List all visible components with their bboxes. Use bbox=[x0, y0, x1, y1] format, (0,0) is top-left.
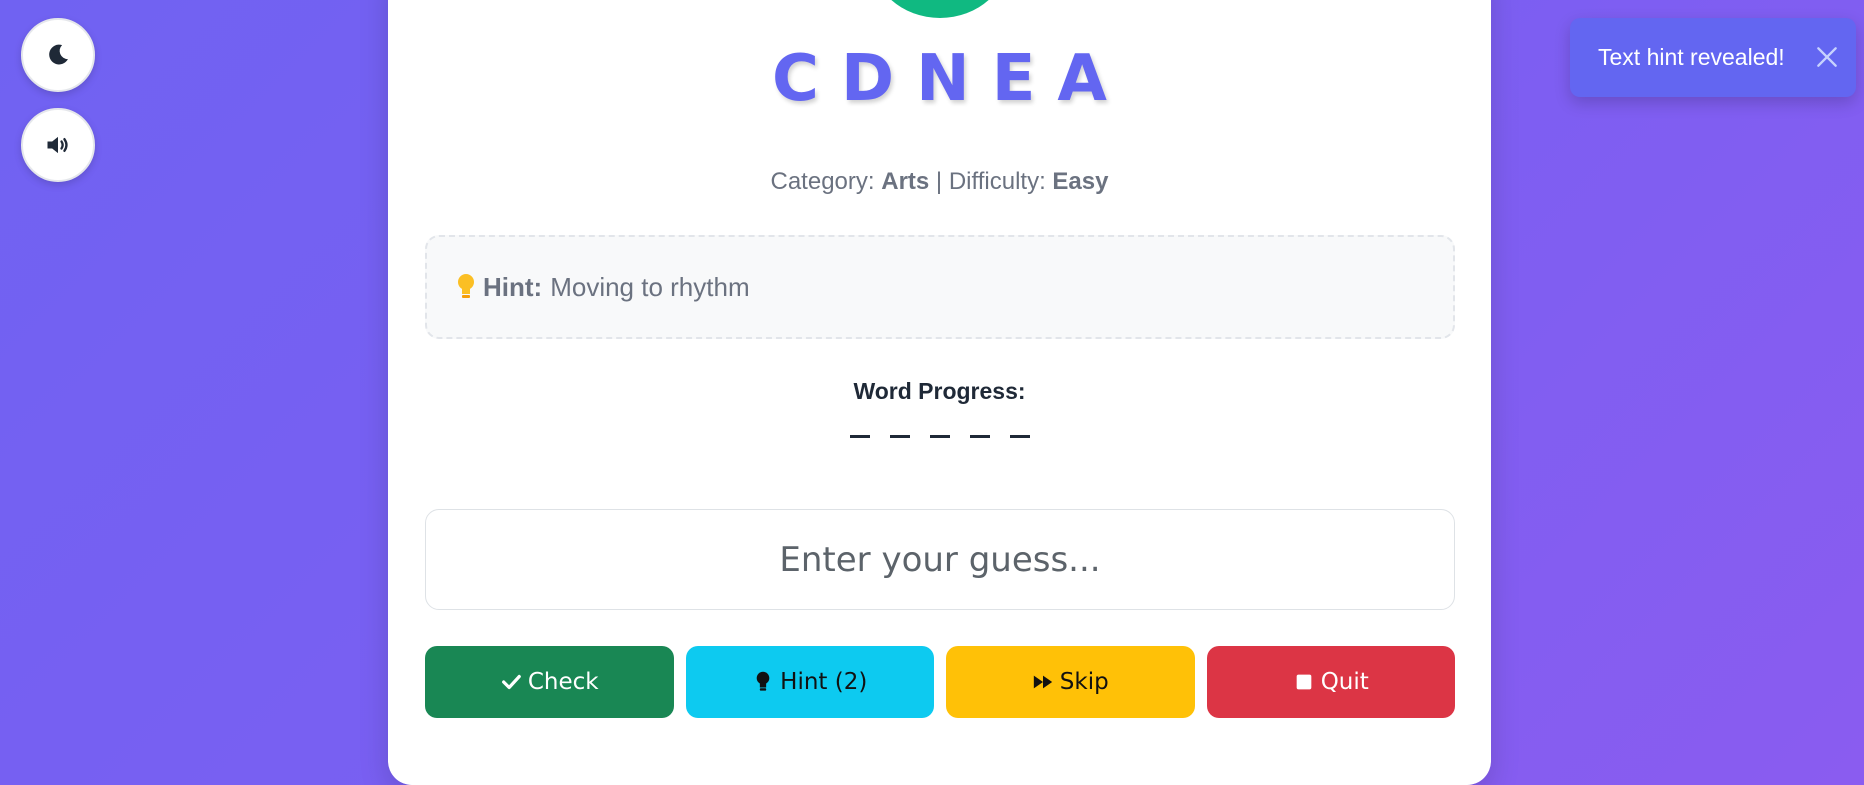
toast-message: Text hint revealed! bbox=[1598, 44, 1785, 70]
word-meta: Category: Arts | Difficulty: Easy bbox=[388, 168, 1491, 196]
difficulty-value: Easy bbox=[1052, 168, 1109, 195]
volume-high-icon bbox=[47, 136, 68, 154]
hint-text: Moving to rhythm bbox=[550, 271, 750, 302]
quit-button[interactable]: Quit bbox=[1206, 646, 1455, 718]
letter-slot bbox=[1009, 408, 1030, 438]
word-progress bbox=[388, 408, 1491, 438]
theme-toggle-button[interactable] bbox=[21, 18, 95, 92]
game-card: CDNEA Category: Arts | Difficulty: Easy … bbox=[388, 0, 1491, 785]
category-label: Category: bbox=[770, 168, 875, 195]
skip-button[interactable]: Skip bbox=[946, 646, 1195, 718]
moon-icon bbox=[49, 44, 68, 65]
lightbulb-icon bbox=[458, 274, 474, 298]
action-buttons: Check Hint (2) Skip Quit bbox=[425, 646, 1455, 718]
toast-close-button[interactable] bbox=[1812, 42, 1842, 72]
letter-slot bbox=[849, 408, 870, 438]
word-progress-label: Word Progress: bbox=[853, 378, 1026, 404]
hint-box: Hint: Moving to rhythm bbox=[425, 235, 1455, 339]
category-value: Arts bbox=[881, 168, 930, 195]
letter-slot bbox=[929, 408, 950, 438]
check-button-label: Check bbox=[527, 669, 599, 695]
avatar bbox=[870, 0, 1010, 18]
difficulty-label: Difficulty: bbox=[948, 168, 1046, 195]
quit-button-label: Quit bbox=[1320, 669, 1369, 695]
lightbulb-icon bbox=[756, 671, 770, 691]
check-icon bbox=[501, 674, 521, 690]
hint-label: Hint: bbox=[483, 271, 543, 302]
scrambled-word: CDNEA bbox=[772, 42, 1129, 116]
check-button[interactable]: Check bbox=[425, 646, 674, 718]
guess-input[interactable] bbox=[425, 509, 1455, 610]
meta-separator: | bbox=[935, 168, 943, 195]
hint-button-label: Hint (2) bbox=[780, 669, 868, 695]
hint-button[interactable]: Hint (2) bbox=[685, 646, 934, 718]
close-icon bbox=[1817, 47, 1837, 67]
letter-slot bbox=[889, 408, 910, 438]
skip-button-label: Skip bbox=[1059, 669, 1109, 695]
sound-toggle-button[interactable] bbox=[21, 108, 95, 182]
toast-notification: Text hint revealed! bbox=[1570, 18, 1856, 97]
fast-forward-icon bbox=[1033, 675, 1052, 689]
stop-icon bbox=[1296, 674, 1312, 690]
letter-slot bbox=[969, 408, 990, 438]
